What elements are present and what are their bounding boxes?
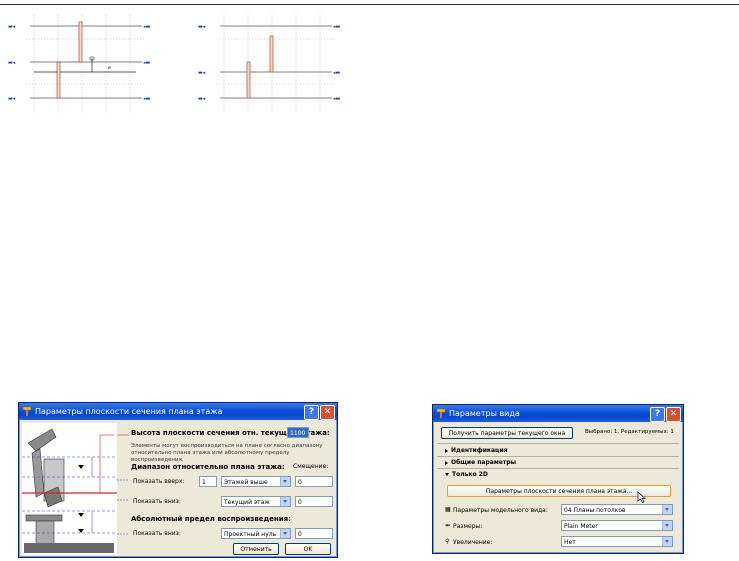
close-button[interactable]: ✕	[666, 407, 681, 422]
offset-heading: Смещение:	[293, 463, 329, 470]
model-view-select[interactable]: 04 Планы потолков	[561, 504, 673, 515]
section-identification-label: Идентификация	[451, 447, 508, 454]
cut-plane-description: Элементы могут воспроизводиться на плане…	[131, 443, 323, 463]
show-down-select-value: Текущий этаж	[224, 499, 270, 506]
dimensions-select-value: Plain Meter	[564, 523, 598, 530]
help-button[interactable]: ?	[650, 407, 665, 422]
expand-arrow-icon	[445, 448, 448, 453]
svg-text:⌀: ⌀	[108, 65, 111, 71]
cut-plane-dialog: Параметры плоскости сечения плана этажа …	[18, 402, 338, 558]
dimensions-label: Размеры:	[453, 523, 483, 530]
view-settings-dialog: Параметры вида ? ✕ Получить параметры те…	[432, 404, 684, 554]
divider	[437, 456, 679, 457]
range-heading: Диапазон относительно плана этажа:	[131, 463, 285, 471]
model-view-icon: ▦	[445, 506, 451, 513]
cut-height-input[interactable]: 1100	[287, 427, 309, 438]
model-view-label: Параметры модельного вида:	[453, 507, 548, 514]
show-up-select-value: Этажей выше	[224, 479, 268, 486]
close-button[interactable]: ✕	[320, 405, 335, 420]
view-settings-title: Параметры вида	[449, 409, 520, 418]
zoom-icon: ⚲	[445, 538, 450, 545]
cut-plane-dialog-title: Параметры плоскости сечения плана этажа	[35, 407, 223, 416]
svg-text:◂▬: ◂▬	[333, 70, 341, 76]
show-down-label: Показать вниз:	[133, 498, 181, 505]
svg-text:◂▬: ◂▬	[143, 60, 151, 66]
svg-text:▬◂: ▬◂	[198, 96, 206, 102]
svg-text:◂▬: ◂▬	[143, 24, 151, 30]
dimensions-icon: ⇹	[445, 522, 451, 529]
show-down-offset-input[interactable]: 0	[295, 496, 333, 507]
svg-text:▬◂: ▬◂	[198, 70, 206, 76]
svg-text:◂▬: ◂▬	[333, 96, 341, 102]
abs-down-select[interactable]: Проектный нуль	[221, 528, 291, 539]
zoom-select[interactable]: Нет	[561, 536, 673, 547]
chevron-down-icon	[662, 521, 672, 530]
absolute-heading: Абсолютный предел воспроизведения:	[131, 515, 291, 523]
ok-button[interactable]: OK	[285, 543, 331, 555]
help-button[interactable]: ?	[304, 405, 319, 420]
cut-plane-illustration	[22, 423, 117, 555]
chevron-down-icon	[280, 477, 290, 486]
mouse-cursor-icon	[637, 491, 646, 503]
svg-text:◂▬: ◂▬	[333, 24, 341, 30]
svg-text:▬◂: ▬◂	[8, 96, 16, 102]
dimensions-select[interactable]: Plain Meter	[561, 520, 673, 531]
show-up-select[interactable]: Этажей выше	[221, 476, 291, 487]
connector-lines	[117, 434, 129, 535]
top-rule	[0, 4, 739, 5]
get-current-window-params-button[interactable]: Получить параметры текущего окна	[441, 427, 573, 439]
show-up-offset-input[interactable]: 0	[295, 476, 333, 487]
view-settings-titlebar[interactable]: Параметры вида ? ✕	[433, 405, 683, 422]
section-identification[interactable]: Идентификация	[445, 447, 508, 454]
svg-text:▬◂: ▬◂	[8, 24, 16, 30]
app-hammer-icon	[436, 408, 446, 418]
divider	[437, 468, 679, 469]
abs-down-offset-input[interactable]: 0	[295, 528, 333, 539]
elevation-diagram-right: ▬◂ ◂▬ ▬◂ ◂▬ ▬◂ ◂▬	[198, 14, 341, 114]
svg-text:▬◂: ▬◂	[8, 60, 16, 66]
app-hammer-icon	[22, 406, 32, 416]
section-2d-only-label: Только 2D	[452, 471, 488, 478]
abs-down-select-value: Проектный нуль	[224, 531, 277, 538]
divider	[437, 443, 679, 444]
selection-info: Выбрано: 1, Редактируемых: 1	[585, 429, 674, 435]
chevron-down-icon	[662, 505, 672, 514]
elevation-diagram-left: ⌀ ▬◂ ◂▬ ▬◂ ◂▬ ▬◂ ◂▬	[8, 14, 151, 114]
zoom-select-value: Нет	[564, 539, 576, 546]
chevron-down-icon	[280, 497, 290, 506]
svg-text:◂▬: ◂▬	[143, 96, 151, 102]
abs-down-label: Показать вниз:	[133, 530, 181, 537]
section-general[interactable]: Общие параметры	[445, 459, 516, 466]
cut-plane-dialog-titlebar[interactable]: Параметры плоскости сечения плана этажа …	[19, 403, 337, 420]
chevron-down-icon	[662, 537, 672, 546]
collapse-arrow-icon	[445, 473, 449, 476]
expand-arrow-icon	[445, 460, 448, 465]
cancel-button[interactable]: Отменить	[233, 543, 279, 555]
zoom-label: Увеличение:	[453, 539, 493, 546]
show-down-select[interactable]: Текущий этаж	[221, 496, 291, 507]
show-up-count-input[interactable]: 1	[199, 476, 217, 487]
section-general-label: Общие параметры	[451, 459, 516, 466]
show-up-label: Показать вверх:	[133, 478, 185, 485]
model-view-select-value: 04 Планы потолков	[564, 507, 626, 514]
svg-text:▬◂: ▬◂	[198, 24, 206, 30]
chevron-down-icon	[280, 529, 290, 538]
section-2d-only[interactable]: Только 2D	[445, 471, 488, 478]
